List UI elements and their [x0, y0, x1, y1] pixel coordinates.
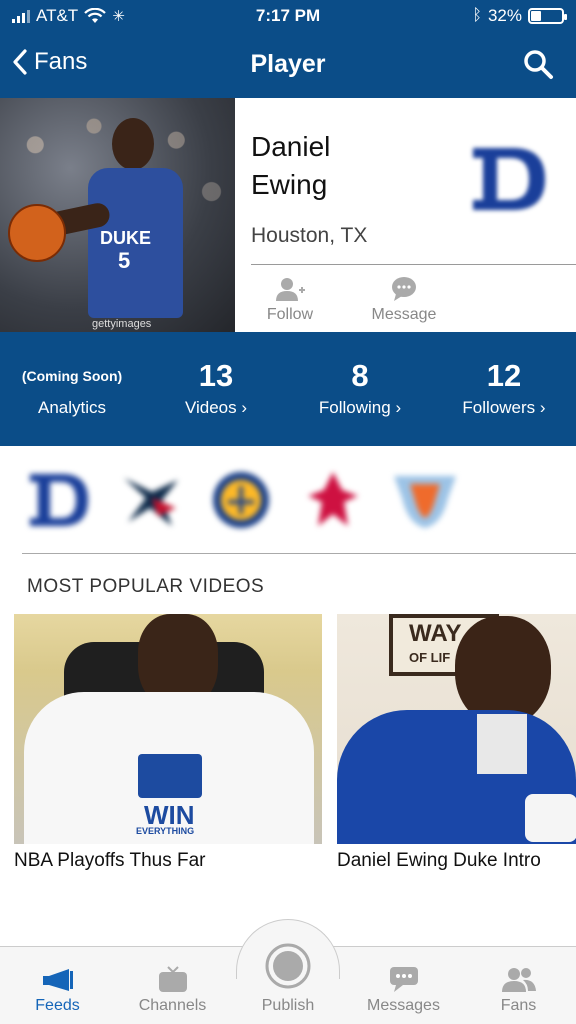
sign-text-line2: OF LIF — [409, 650, 451, 665]
stat-followers-label: Followers — [462, 398, 536, 417]
top-bar: AT&T ✳ 7:17 PM ᛒ 32% Fans Player — [0, 0, 576, 98]
player-photo: DUKE 5 gettyimages — [0, 98, 235, 332]
record-icon — [265, 943, 311, 989]
stat-following-label: Following — [318, 398, 391, 417]
tab-bar: Feeds Channels Publish Messages Fans — [0, 919, 576, 1024]
thunder-team-logo[interactable] — [390, 468, 460, 532]
divider — [22, 553, 576, 554]
tab-channels-label: Channels — [138, 997, 207, 1014]
video-card[interactable]: WAY OF LIF Daniel Ewing Duke Intro — [337, 614, 576, 872]
sign-text-line1: WAY — [409, 620, 462, 647]
tab-messages-label: Messages — [367, 997, 440, 1014]
tab-publish-label: Publish — [261, 997, 315, 1014]
chat-icon — [389, 967, 418, 992]
video-title: Daniel Ewing Duke Intro — [337, 850, 541, 871]
megaphone-icon — [42, 969, 73, 991]
add-user-icon — [276, 278, 305, 301]
player-first-name: Daniel — [251, 131, 331, 162]
player-last-name: Ewing — [251, 169, 328, 200]
stat-followers[interactable]: 12 Followers › — [432, 356, 576, 418]
photo-credit: gettyimages — [92, 318, 152, 330]
stat-videos-label: Videos — [184, 398, 237, 417]
warriors-team-logo[interactable] — [206, 468, 276, 532]
stat-following-value: 8 — [351, 358, 369, 393]
stat-videos[interactable]: 13 Videos › — [144, 356, 288, 418]
chevron-right-icon: › — [539, 398, 546, 417]
stats-bar: (Coming Soon) Analytics 13 Videos › 8 Fo… — [0, 332, 576, 446]
stat-analytics-label: Analytics — [37, 398, 107, 417]
stat-analytics-value: (Coming Soon) — [21, 368, 123, 384]
follow-label: Follow — [266, 306, 314, 323]
nav-bar: Fans Player — [0, 40, 576, 90]
search-button[interactable] — [522, 48, 554, 85]
player-name: Daniel Ewing — [251, 128, 461, 204]
stat-analytics[interactable]: (Coming Soon) Analytics — [0, 356, 144, 418]
stat-videos-value: 13 — [198, 358, 234, 393]
player-info: Daniel Ewing Houston, TX Follow Message — [251, 98, 576, 332]
rockets-team-logo[interactable] — [298, 468, 368, 532]
battery-icon — [528, 8, 567, 24]
status-bar: AT&T ✳ 7:17 PM ᛒ 32% — [0, 0, 576, 34]
stat-followers-value: 12 — [486, 358, 522, 393]
battery-percent: 32% — [487, 6, 522, 25]
follow-button[interactable]: Follow — [245, 276, 335, 324]
bluetooth-icon: ᛒ — [472, 7, 482, 24]
page-title: Player — [250, 50, 326, 78]
tab-channels[interactable]: Channels — [115, 947, 230, 1024]
search-icon — [524, 50, 553, 79]
texans-team-logo[interactable] — [116, 468, 186, 532]
video-thumbnail[interactable]: WIN EVERYTHING — [14, 614, 322, 844]
message-label: Message — [371, 306, 437, 323]
duke-logo — [473, 148, 545, 210]
stat-following[interactable]: 8 Following › — [288, 356, 432, 418]
video-card[interactable]: WIN EVERYTHING NBA Playoffs Thus Far — [14, 614, 322, 872]
tab-feeds-label: Feeds — [35, 997, 80, 1014]
tab-fans[interactable]: Fans — [461, 947, 576, 1024]
tab-publish[interactable]: Publish — [230, 943, 346, 1024]
player-profile: DUKE 5 gettyimages Daniel Ewing Houston,… — [0, 98, 576, 332]
people-icon — [501, 968, 536, 992]
chevron-right-icon: › — [241, 398, 248, 417]
video-title: NBA Playoffs Thus Far — [14, 850, 206, 871]
player-location: Houston, TX — [251, 224, 368, 247]
tab-messages[interactable]: Messages — [346, 947, 461, 1024]
photo-jersey-number: 5 — [118, 248, 131, 273]
tab-feeds[interactable]: Feeds — [0, 947, 115, 1024]
divider — [251, 264, 576, 265]
chevron-right-icon: › — [395, 398, 402, 417]
duke-team-logo[interactable] — [24, 468, 94, 532]
tv-icon — [158, 966, 187, 992]
message-button[interactable]: Message — [359, 276, 449, 324]
chat-bubble-icon — [392, 277, 416, 301]
photo-jersey-text: DUKE — [100, 228, 152, 248]
video-thumbnail[interactable]: WAY OF LIF — [337, 614, 576, 844]
section-title: MOST POPULAR VIDEOS — [27, 576, 265, 597]
tab-fans-label: Fans — [500, 997, 537, 1014]
shirt-subtext: EVERYTHING — [136, 826, 195, 836]
team-logos-row — [0, 446, 576, 554]
